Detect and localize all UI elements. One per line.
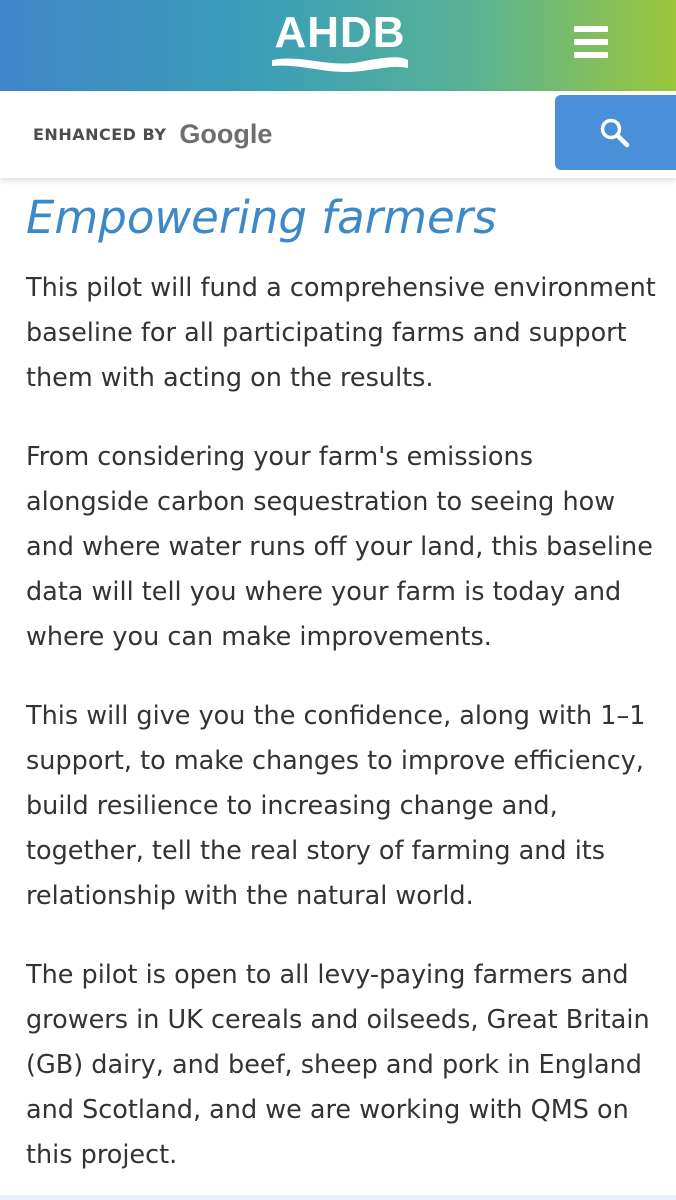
logo-swoosh-icon	[272, 57, 408, 72]
google-branding: ENHANCED BY Google	[33, 117, 272, 151]
paragraph-1: This pilot will fund a comprehensive env…	[26, 273, 656, 393]
search-bar: ENHANCED BY Google	[0, 91, 676, 178]
site-header: AHDB	[0, 0, 676, 91]
bottom-divider	[0, 1195, 676, 1200]
paragraph-4: The pilot is open to all levy-paying far…	[26, 960, 650, 1170]
paragraph-2: From considering your farm's emissions a…	[26, 442, 653, 652]
paragraph-3: This will give you the confidence, along…	[26, 701, 646, 911]
ahdb-logo[interactable]: AHDB	[270, 10, 410, 76]
page-title: Empowering farmers	[26, 191, 497, 244]
google-logo: Google	[179, 118, 273, 149]
hamburger-menu-icon[interactable]	[566, 20, 616, 64]
search-button[interactable]	[555, 95, 676, 170]
brand-prefix: ENHANCED BY	[33, 124, 167, 144]
search-icon	[600, 118, 630, 148]
article-content: Empowering farmers This pilot will fund …	[26, 182, 656, 1178]
